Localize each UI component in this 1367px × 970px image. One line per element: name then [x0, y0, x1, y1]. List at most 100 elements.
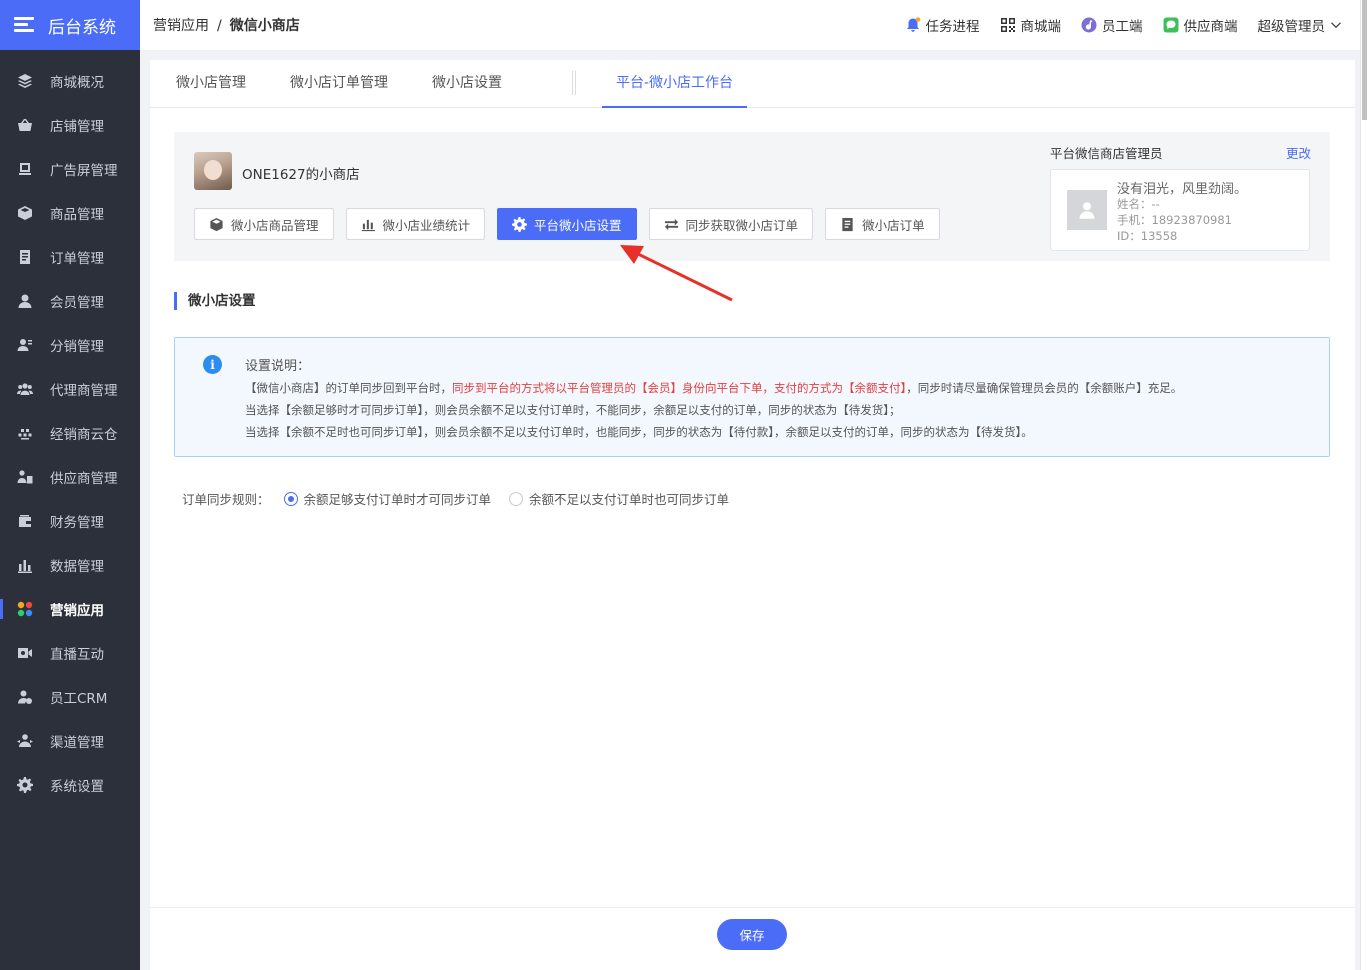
product-management-label: 微小店商品管理: [231, 217, 319, 233]
sidebar-item-agents[interactable]: 代理商管理: [0, 367, 140, 411]
sync-orders-button[interactable]: 同步获取微小店订单: [648, 208, 814, 240]
breadcrumb-current: 微信小商店: [229, 18, 300, 34]
store-info-panel: ONE1627的小商店 微小店商品管理 微小店业绩统计 平台微小店设置 同步获取…: [174, 132, 1330, 261]
group-icon: [16, 380, 34, 398]
document-icon: [16, 248, 34, 266]
sidebar-item-finance[interactable]: 财务管理: [0, 499, 140, 543]
info-icon: i: [203, 355, 222, 374]
sidebar-item-products[interactable]: 商品管理: [0, 191, 140, 235]
sidebar-item-label: 数据管理: [50, 559, 104, 575]
sidebar-item-distribution[interactable]: 分销管理: [0, 323, 140, 367]
notice-line-1b: ，同步时请尽量确保管理员会员的【余额账户】充足。: [906, 381, 1183, 395]
sidebar-item-label: 营销应用: [50, 603, 104, 619]
tab-divider: [572, 71, 576, 95]
sidebar-item-shop[interactable]: 店铺管理: [0, 103, 140, 147]
cloud-stack-icon: [16, 424, 34, 442]
store-orders-label: 微小店订单: [862, 217, 925, 233]
radio-sufficient-balance[interactable]: 余额足够支付订单时才可同步订单: [283, 489, 492, 508]
store-orders-button[interactable]: 微小店订单: [825, 208, 940, 240]
user-name: 超级管理员: [1257, 19, 1326, 35]
tab-store-orders[interactable]: 微小店订单管理: [290, 59, 388, 107]
gear-icon: [16, 776, 34, 794]
layers-icon: [16, 72, 34, 90]
tab-store-management[interactable]: 微小店管理: [176, 59, 246, 107]
gear-icon: [512, 216, 528, 232]
task-progress-button[interactable]: 任务进程: [905, 15, 980, 35]
sidebar-item-crm[interactable]: 员工CRM: [0, 675, 140, 719]
notice-line-1: 【微信小商店】的订单同步回到平台时，同步到平台的方式将以平台管理员的【会员】身份…: [245, 380, 1182, 396]
supplier-end-button[interactable]: 供应商端: [1163, 15, 1238, 35]
sidebar-item-orders[interactable]: 订单管理: [0, 235, 140, 279]
breadcrumb-separator: /: [217, 18, 222, 34]
radio-dot-unchecked[interactable]: [509, 491, 524, 506]
manager-card: 没有泪光，风里劲阔。 姓名：-- 手机：18923870981 ID：13558: [1050, 169, 1310, 251]
user-icon: [16, 292, 34, 310]
sidebar-item-label: 经销商云仓: [50, 427, 118, 443]
staff-badge-icon: [1081, 17, 1097, 33]
scrollbar-thumb[interactable]: [1362, 0, 1367, 120]
sync-rule-label: 订单同步规则：: [182, 492, 270, 507]
sidebar-item-data[interactable]: 数据管理: [0, 543, 140, 587]
sidebar-item-label: 店铺管理: [50, 119, 104, 135]
sidebar-item-label: 分销管理: [50, 339, 104, 355]
sidebar-item-ad-screen[interactable]: 广告屏管理: [0, 147, 140, 191]
page-scrollbar[interactable]: [1360, 0, 1367, 970]
swap-arrows-icon: [664, 218, 678, 230]
breadcrumb-parent[interactable]: 营销应用: [153, 18, 209, 34]
main-panel: 微小店管理 微小店订单管理 微小店设置 平台-微小店工作台 ONE1627的小商…: [150, 60, 1355, 970]
manager-nickname: 没有泪光，风里劲阔。: [1117, 182, 1248, 197]
user-placeholder-icon: [1079, 202, 1095, 219]
tab-platform-workbench[interactable]: 平台-微小店工作台: [602, 59, 748, 108]
sync-rule-row: 订单同步规则： 余额足够支付订单时才可同步订单 余额不足以支付订单时也可同步订单: [182, 489, 733, 508]
notice-line-2: 当选择【余额足够时才可同步订单】，则会员余额不足以支付订单时，不能同步，余额足以…: [245, 403, 901, 417]
channel-icon: [16, 732, 34, 750]
sidebar-nav: 商城概况 店铺管理 广告屏管理 商品管理 订单管理 会员管理 分销管理 代理商管…: [0, 50, 140, 807]
annotation-arrow: [620, 245, 733, 302]
section-title: 微小店设置: [174, 292, 256, 310]
sidebar-item-suppliers[interactable]: 供应商管理: [0, 455, 140, 499]
sidebar-item-overview[interactable]: 商城概况: [0, 59, 140, 103]
apps-color-icon: [16, 600, 34, 618]
platform-store-settings-button[interactable]: 平台微小店设置: [497, 208, 637, 240]
qrcode-icon: [1000, 18, 1015, 32]
brand-title: 后台系统: [48, 17, 116, 38]
sidebar-item-label: 系统设置: [50, 779, 104, 795]
tab-bar: 微小店管理 微小店订单管理 微小店设置 平台-微小店工作台: [150, 60, 1355, 108]
bell-icon: [906, 17, 920, 32]
sidebar-item-label: 商城概况: [50, 75, 104, 91]
product-management-button[interactable]: 微小店商品管理: [194, 208, 334, 240]
radio-dot-checked[interactable]: [283, 491, 298, 506]
notice-line-1a: 【微信小商店】的订单同步回到平台时，: [245, 381, 452, 395]
performance-stats-button[interactable]: 微小店业绩统计: [345, 208, 486, 240]
sidebar-item-live[interactable]: 直播互动: [0, 631, 140, 675]
store-name: ONE1627的小商店: [242, 167, 360, 183]
staff-end-button[interactable]: 员工端: [1081, 15, 1143, 35]
menu-toggle-icon[interactable]: [14, 17, 34, 33]
bar-chart-icon: [16, 556, 34, 574]
tab-store-settings[interactable]: 微小店设置: [432, 59, 502, 107]
sidebar-item-label: 会员管理: [50, 295, 104, 311]
wallet-icon: [16, 512, 34, 530]
sidebar-item-marketing[interactable]: 营销应用: [0, 587, 140, 631]
sidebar-item-settings[interactable]: 系统设置: [0, 763, 140, 807]
notice-line-1-highlight: 同步到平台的方式将以平台管理员的【会员】身份向平台下单，支付的方式为【余额支付】: [452, 381, 907, 395]
sidebar-item-dealer-warehouse[interactable]: 经销商云仓: [0, 411, 140, 455]
manager-id: ID：13558: [1117, 229, 1178, 243]
manager-section-title: 平台微信商店管理员: [1050, 146, 1163, 161]
performance-stats-label: 微小店业绩统计: [382, 217, 471, 233]
sidebar-item-channels[interactable]: 渠道管理: [0, 719, 140, 763]
mall-end-button[interactable]: 商城端: [1000, 15, 1061, 35]
manager-name: 姓名：--: [1117, 197, 1160, 211]
save-button[interactable]: 保存: [717, 919, 787, 950]
sidebar-item-label: 直播互动: [50, 647, 104, 663]
radio-insufficient-balance[interactable]: 余额不足以支付订单时也可同步订单: [509, 489, 729, 508]
staff-end-label: 员工端: [1102, 19, 1143, 35]
sidebar-item-label: 订单管理: [50, 251, 104, 267]
user-menu[interactable]: 超级管理员: [1258, 15, 1343, 35]
sidebar-item-label: 财务管理: [50, 515, 104, 531]
sidebar-item-members[interactable]: 会员管理: [0, 279, 140, 323]
order-list-icon: [842, 217, 853, 231]
radio-option-1-label: 余额足够支付订单时才可同步订单: [303, 492, 492, 507]
sync-orders-label: 同步获取微小店订单: [685, 217, 799, 233]
change-manager-link[interactable]: 更改: [1286, 143, 1311, 162]
